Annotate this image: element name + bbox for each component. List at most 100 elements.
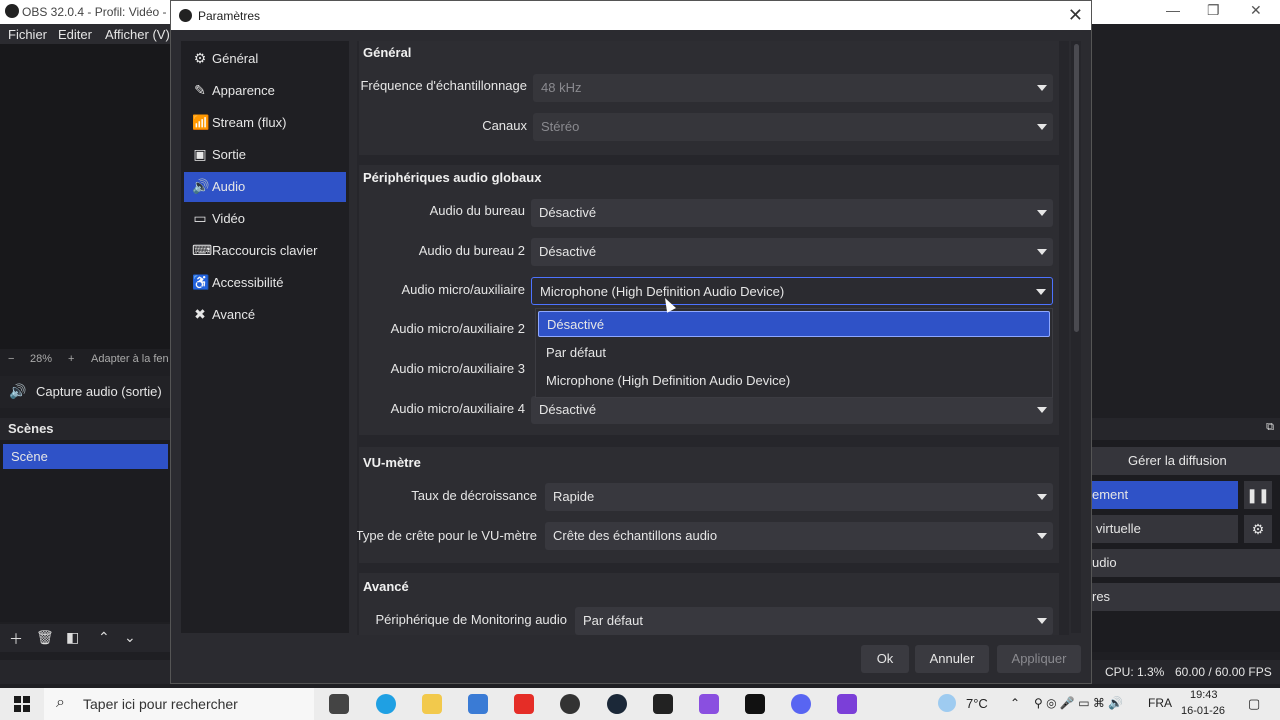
tray-icons[interactable]: ⚲ ◎ 🎤 ▭ ⌘ 🔊: [1034, 696, 1123, 710]
minimize-icon[interactable]: —: [1166, 2, 1180, 18]
trash-icon[interactable]: 🗑: [36, 629, 54, 646]
nav-item-stream[interactable]: 📶 Stream (flux): [184, 108, 346, 138]
store-icon[interactable]: [468, 694, 488, 714]
manage-stream-button[interactable]: Gérer la diffusion: [1092, 447, 1280, 475]
nav-item-general[interactable]: ⚙ Général: [184, 44, 346, 74]
group-title: VU-mètre: [363, 455, 421, 470]
dropdown-option-label: Par défaut: [546, 345, 606, 360]
chevron-up-icon[interactable]: ⌃: [98, 629, 110, 646]
menu-editer[interactable]: Editer: [58, 27, 92, 42]
chevron-down-icon: [1037, 249, 1047, 255]
capcut-icon[interactable]: [653, 694, 673, 714]
discord-icon[interactable]: [791, 694, 811, 714]
cpu-usage: CPU: 1.3%: [1105, 665, 1165, 679]
close-icon[interactable]: ✕: [1250, 2, 1262, 19]
virtual-cam-button[interactable]: virtuelle: [1092, 515, 1238, 543]
epic-games-icon[interactable]: [745, 694, 765, 714]
nav-item-output[interactable]: ▣ Sortie: [184, 140, 346, 170]
edge-icon[interactable]: [376, 694, 396, 714]
dropdown-option-microphone[interactable]: Microphone (High Definition Audio Device…: [538, 368, 1050, 394]
mic-aux-4-value: Désactivé: [539, 402, 597, 417]
dialog-title: Paramètres: [198, 9, 261, 23]
notification-icon[interactable]: ▢: [1248, 696, 1260, 712]
nav-item-advanced[interactable]: ✖ Avancé: [184, 300, 346, 330]
nav-item-video[interactable]: ▭ Vidéo: [184, 204, 346, 234]
preview-canvas[interactable]: [0, 44, 170, 349]
tray-chevron-up-icon[interactable]: ⌃: [1010, 696, 1020, 710]
windows-start-icon[interactable]: [14, 696, 30, 712]
nav-item-hotkeys[interactable]: ⌨ Raccourcis clavier: [184, 236, 346, 266]
peak-type-select[interactable]: Crête des échantillons audio: [545, 522, 1053, 550]
weather-temp[interactable]: 7°C: [966, 696, 988, 711]
clock-date[interactable]: 16-01-26: [1181, 705, 1225, 717]
gear-icon[interactable]: ⚙: [1244, 515, 1272, 543]
twitch-icon[interactable]: [699, 694, 719, 714]
zoom-level: 28%: [30, 353, 53, 365]
nav-item-appearance[interactable]: ✎ Apparence: [184, 76, 346, 106]
nav-item-label: Audio: [212, 179, 246, 194]
nav-item-label: Général: [212, 51, 259, 66]
obs-logo-icon: [5, 4, 19, 18]
filter-icon[interactable]: ◧: [66, 629, 79, 646]
steam-icon[interactable]: [607, 694, 627, 714]
decay-rate-select[interactable]: Rapide: [545, 483, 1053, 511]
monitoring-device-label: Périphérique de Monitoring audio: [375, 612, 567, 627]
nav-item-label: Apparence: [212, 83, 275, 98]
dropdown-option-disabled[interactable]: Désactivé: [538, 311, 1050, 337]
nav-item-accessibility[interactable]: ♿ Accessibilité: [184, 268, 346, 298]
controls-panel: ⧉ Gérer la diffusion ement ❚❚ virtuelle …: [1092, 418, 1280, 652]
sample-rate-select[interactable]: 48 kHz: [533, 74, 1053, 102]
zoom-out-button[interactable]: −: [8, 353, 14, 365]
ok-button[interactable]: Ok: [861, 645, 909, 673]
chevron-down-icon: [1037, 210, 1047, 216]
mic-aux-3-label: Audio micro/auxiliaire 3: [390, 361, 525, 376]
chevron-down-icon[interactable]: ⌄: [124, 629, 136, 646]
mic-aux-4-select[interactable]: Désactivé: [531, 396, 1053, 424]
zoom-bar: − 28% + Adapter à la fen: [0, 350, 170, 370]
peak-type-label: Type de crête pour le VU-mètre: [357, 528, 537, 543]
mic-aux-select[interactable]: Microphone (High Definition Audio Device…: [531, 277, 1053, 305]
monitoring-device-select[interactable]: Par défaut: [575, 607, 1053, 635]
undock-icon[interactable]: ⧉: [1266, 421, 1274, 434]
zoom-in-button[interactable]: +: [68, 353, 74, 365]
settings-scrollbar[interactable]: [1071, 41, 1081, 633]
menu-fichier[interactable]: Fichier: [8, 27, 47, 42]
cancel-button[interactable]: Annuler: [915, 645, 989, 673]
pause-icon[interactable]: ❚❚: [1244, 481, 1272, 509]
maximize-icon[interactable]: ❐: [1207, 2, 1220, 19]
audio-capture-label: Capture audio (sortie): [36, 384, 162, 399]
channels-value: Stéréo: [541, 119, 580, 134]
taskbar-search[interactable]: ⌕ Taper ici pour rechercher: [44, 688, 314, 720]
desktop-audio-2-select[interactable]: Désactivé: [531, 238, 1053, 266]
chevron-down-icon: [1037, 494, 1047, 500]
tools-icon: ✖: [194, 306, 206, 322]
obs-app-icon[interactable]: [560, 694, 580, 714]
fit-window-label[interactable]: Adapter à la fen: [91, 353, 169, 365]
settings-button[interactable]: res: [1092, 583, 1280, 611]
clock-time[interactable]: 19:43: [1190, 689, 1218, 701]
task-view-icon[interactable]: [329, 694, 349, 714]
search-icon: ⌕: [56, 694, 65, 711]
close-icon[interactable]: ✕: [1068, 5, 1083, 26]
desktop-audio-label: Audio du bureau: [429, 203, 525, 218]
apply-button[interactable]: Appliquer: [997, 645, 1081, 673]
scrollbar-thumb[interactable]: [1074, 44, 1079, 332]
file-explorer-icon[interactable]: [422, 694, 442, 714]
add-icon[interactable]: ＋: [9, 629, 23, 649]
nav-item-label: Stream (flux): [212, 115, 287, 130]
menu-afficher[interactable]: Afficher (V): [105, 27, 170, 42]
clipchamp-icon[interactable]: [837, 694, 857, 714]
nav-item-audio[interactable]: 🔊 Audio: [184, 172, 346, 202]
scene-item[interactable]: Scène: [3, 444, 168, 469]
language-indicator[interactable]: FRA: [1148, 696, 1172, 710]
speaker-icon: 🔊: [192, 178, 210, 194]
channels-select[interactable]: Stéréo: [533, 113, 1053, 141]
audio-capture-source[interactable]: 🔊 Capture audio (sortie): [0, 376, 170, 408]
recording-button[interactable]: ement: [1092, 481, 1238, 509]
dropdown-option-default[interactable]: Par défaut: [538, 340, 1050, 366]
desktop-audio-select[interactable]: Désactivé: [531, 199, 1053, 227]
youtube-icon[interactable]: [514, 694, 534, 714]
mic-aux-2-label: Audio micro/auxiliaire 2: [390, 321, 525, 336]
studio-mode-button[interactable]: udio: [1092, 549, 1280, 577]
weather-icon[interactable]: [938, 694, 956, 712]
